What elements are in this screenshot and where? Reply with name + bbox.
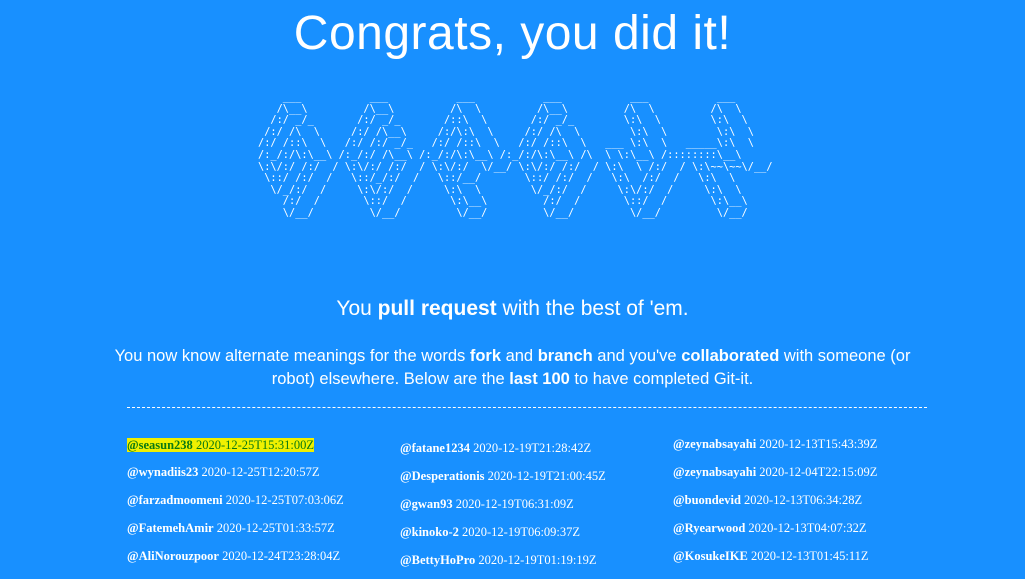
list-item: @zeynabsayahi 2020-12-04T22:15:09Z [673, 463, 877, 491]
desc-text: You now know alternate meanings for the … [114, 347, 470, 365]
desc-bold-last-100: last 100 [509, 370, 570, 388]
desc-text: and you've [592, 347, 682, 365]
list-item: @buondevid 2020-12-13T06:34:28Z [673, 491, 877, 519]
timestamp: 2020-12-19T06:31:09Z [455, 497, 574, 511]
list-item: @zeynabsayahi 2020-12-13T15:43:39Z [673, 435, 877, 463]
timestamp: 2020-12-13T06:34:28Z [744, 493, 863, 507]
timestamp: 2020-12-19T21:00:45Z [487, 469, 606, 483]
username-link[interactable]: @buondevid [673, 493, 741, 507]
timestamp: 2020-12-04T22:15:09Z [759, 465, 878, 479]
username-link[interactable]: @gwan93 [400, 497, 453, 511]
subtitle-pre: You [336, 297, 378, 320]
list-item: @farzadmoomeni 2020-12-25T07:03:06Z [127, 491, 344, 519]
username-link[interactable]: @wynadiis23 [127, 465, 198, 479]
timestamp: 2020-12-24T23:28:04Z [222, 549, 341, 563]
username-link[interactable]: @KosukeIKE [673, 549, 748, 563]
timestamp: 2020-12-25T12:20:57Z [201, 465, 320, 479]
list-item: @Desperationis 2020-12-19T21:00:45Z [400, 467, 606, 495]
desc-bold-branch: branch [537, 347, 593, 365]
ascii-art-banner: ___ ___ ___ ___ ___ ___ /\__\ /\__\ /\ \… [258, 91, 773, 219]
list-item: @KosukeIKE 2020-12-13T01:45:11Z [673, 547, 877, 575]
desc-text: to have completed Git-it. [569, 370, 754, 388]
timestamp: 2020-12-25T07:03:06Z [225, 493, 344, 507]
list-item: @kinoko-2 2020-12-19T06:09:37Z [400, 523, 606, 551]
list-item-highlighted: @seasun238 2020-12-25T15:31:00Z [127, 436, 314, 464]
desc-bold-fork: fork [469, 347, 501, 365]
username-link[interactable]: @Ryearwood [673, 521, 745, 535]
completions-column-3: @zeynabsayahi 2020-12-13T15:43:39Z @zeyn… [673, 435, 877, 575]
username-link[interactable]: @fatane1234 [400, 441, 470, 455]
list-item: @fatane1234 2020-12-19T21:28:42Z [400, 439, 606, 467]
subtitle-post: with the best of 'em. [496, 297, 689, 320]
username-link[interactable]: @zeynabsayahi [673, 437, 756, 451]
username-link[interactable]: @farzadmoomeni [127, 493, 223, 507]
username-link[interactable]: @zeynabsayahi [673, 465, 756, 479]
timestamp: 2020-12-13T04:07:32Z [748, 521, 867, 535]
timestamp: 2020-12-19T21:28:42Z [473, 441, 592, 455]
list-item: @gwan93 2020-12-19T06:31:09Z [400, 495, 606, 523]
username-link[interactable]: @FatemehAmir [127, 521, 214, 535]
timestamp: 2020-12-13T01:45:11Z [750, 549, 869, 563]
page-title: Congrats, you did it! [293, 7, 732, 60]
subtitle-bold: pull request [377, 297, 497, 320]
list-item: @wynadiis23 2020-12-25T12:20:57Z [127, 463, 344, 491]
username-link[interactable]: @BettyHoPro [400, 553, 475, 567]
username-link[interactable]: @kinoko-2 [400, 525, 459, 539]
timestamp: 2020-12-13T15:43:39Z [759, 437, 878, 451]
list-item: @AliNorouzpoor 2020-12-24T23:28:04Z [127, 547, 344, 575]
username-link[interactable]: @seasun238 [127, 438, 193, 452]
completions-column-2: @fatane1234 2020-12-19T21:28:42Z @Desper… [400, 439, 606, 579]
username-link[interactable]: @AliNorouzpoor [127, 549, 219, 563]
desc-bold-collaborated: collaborated [681, 347, 780, 365]
dashed-divider [127, 407, 927, 408]
timestamp: 2020-12-25T01:33:57Z [216, 521, 335, 535]
username-link[interactable]: @Desperationis [400, 469, 485, 483]
list-item: @BettyHoPro 2020-12-19T01:19:19Z [400, 551, 606, 579]
description: You now know alternate meanings for the … [110, 345, 915, 391]
list-item: @FatemehAmir 2020-12-25T01:33:57Z [127, 519, 344, 547]
timestamp: 2020-12-19T01:19:19Z [478, 553, 597, 567]
desc-text: and [501, 347, 538, 365]
completions-column-1: @seasun238 2020-12-25T15:31:00Z @wynadii… [127, 436, 344, 575]
timestamp: 2020-12-19T06:09:37Z [462, 525, 581, 539]
timestamp: 2020-12-25T15:31:00Z [195, 438, 314, 452]
subtitle: You pull request with the best of 'em. [0, 297, 1025, 321]
list-item: @Ryearwood 2020-12-13T04:07:32Z [673, 519, 877, 547]
